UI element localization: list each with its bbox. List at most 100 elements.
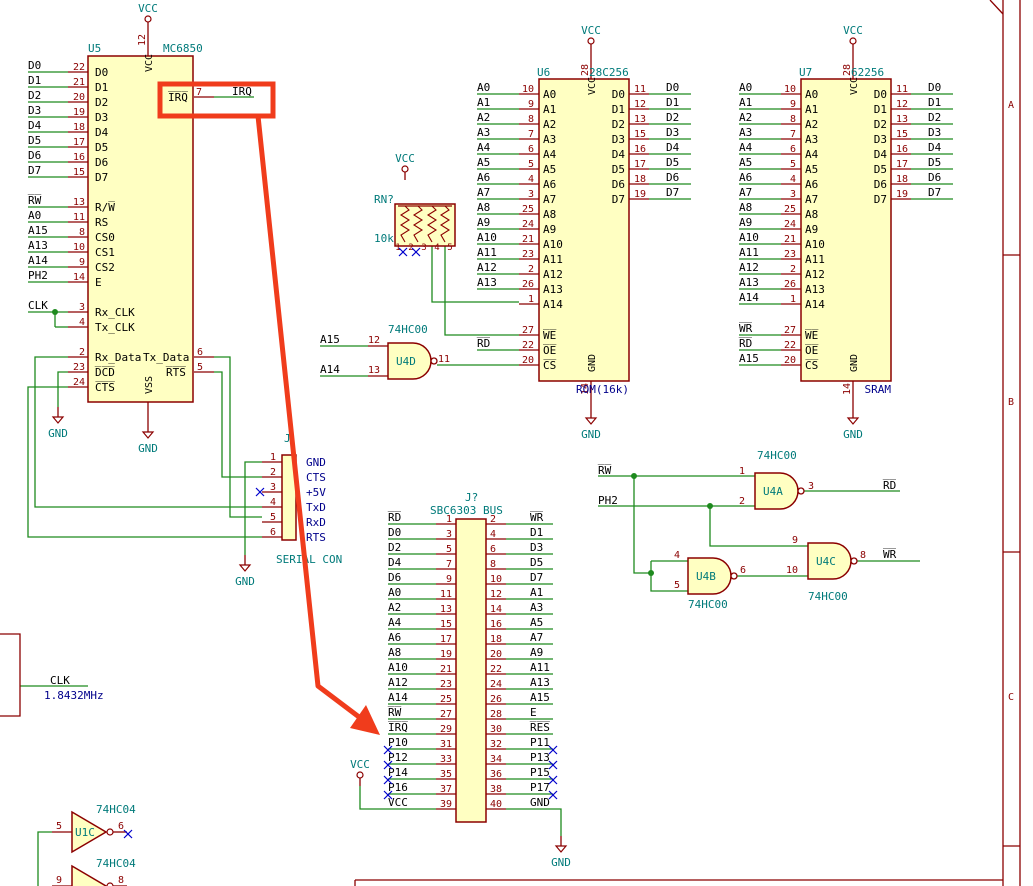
u4c-pin-num: 10 (786, 565, 798, 576)
u6-net-label: A13 (477, 276, 497, 289)
u6-vcc-name: VCC (587, 77, 598, 95)
schematic-canvas: A B C U5 MC6850 VCC 12 VCC GND VSS 22 D0 D0 21 D1 D1 20 D… (0, 0, 1033, 886)
bus-net-label: A1 (530, 586, 543, 599)
u7-pin-num: 2 (790, 264, 796, 275)
u7-pin-name: C̅S̅ (805, 359, 819, 372)
u7-pin-num: 4 (790, 174, 796, 185)
rn-pin-num: 5 (447, 243, 452, 253)
u6-gnd-name: GND (587, 354, 598, 372)
u1d-gate-pin-num: 9 (56, 875, 62, 886)
gnd-label: GND (551, 856, 571, 869)
u7-net-label: A14 (739, 291, 759, 304)
gnd-symbol (846, 417, 860, 425)
u7-pin-name: A4 (805, 148, 819, 161)
u5-net-label: R̅W̅ (28, 194, 42, 207)
u5-pin-num: 9 (79, 257, 85, 268)
u7-caption: SRAM (865, 383, 892, 396)
u5-pin-num: 2 (79, 347, 85, 358)
u6-pin-name: A8 (543, 208, 556, 221)
u5-pin-name: Rx_Data (95, 351, 141, 364)
bus-pin-num: 3 (446, 529, 452, 540)
u6-net-label: A12 (477, 261, 497, 274)
u7-pin-num: 26 (784, 279, 796, 290)
bus-pin-num: 32 (490, 739, 502, 750)
u6-pin-num: 17 (634, 159, 646, 170)
u6-pin-num: 28 (580, 64, 591, 76)
u6-net-label: A3 (477, 126, 490, 139)
u7-ref: U7 (799, 66, 812, 79)
u6-pin-num: 15 (634, 129, 646, 140)
bus-pin-num: 28 (490, 709, 502, 720)
gnd-label: GND (581, 428, 601, 441)
gnd-label: GND (235, 575, 255, 588)
bus-net-label: A3 (530, 601, 543, 614)
u5-pin-num: 17 (73, 137, 85, 148)
u4-rw-net: R̅W̅ (598, 464, 612, 477)
u7-net-label: D4 (928, 141, 942, 154)
bus-pin-num: 33 (440, 754, 452, 765)
bus-net-label: P13 (530, 751, 550, 764)
u7-pin-num: 20 (784, 355, 796, 366)
bus-net-label: D3 (530, 541, 543, 554)
u1c-gate-value: 74HC04 (96, 803, 136, 816)
u4d-pin-num: 11 (438, 354, 450, 365)
serial-con-label: CTS (306, 471, 326, 484)
bus-net-label: A4 (388, 616, 402, 629)
u6-caption: ROM(16k) (576, 383, 629, 396)
u7-pin-name: D0 (874, 88, 887, 101)
u7-pin-num: 23 (784, 249, 796, 260)
u5-pin-num: 8 (79, 227, 85, 238)
u6-net-label: A11 (477, 246, 497, 259)
u6-pin-name: A9 (543, 223, 556, 236)
u6-pin-num: 16 (634, 144, 646, 155)
bus-net-label: GND (530, 796, 550, 809)
bus-pin-num: 34 (490, 754, 502, 765)
u7-pin-name: D3 (874, 133, 887, 146)
bus-gnd-wire (553, 808, 562, 836)
u7-pin-num: 5 (790, 159, 796, 170)
u6-net-label: D3 (666, 126, 679, 139)
serial-con-pin-num: 2 (270, 467, 276, 478)
u6-net-label: A1 (477, 96, 490, 109)
serial-con-label: RTS (306, 531, 326, 544)
u6-pin-num: 9 (528, 99, 534, 110)
bus-net-label: R̅D̅ (388, 511, 402, 524)
u5-pin-num: 11 (73, 212, 85, 223)
u7-net-label: D7 (928, 186, 941, 199)
u6-pin-name: D1 (612, 103, 625, 116)
bus-net-label: P11 (530, 736, 550, 749)
u7-pin-num: 15 (896, 129, 908, 140)
u5-pin-num: 3 (79, 302, 85, 313)
u7-pin-num: 18 (896, 174, 908, 185)
bus-pin-num: 2 (490, 514, 496, 525)
u6-pin-name: A7 (543, 193, 556, 206)
bus-pin-num: 27 (440, 709, 452, 720)
serial-con-pin-num: 6 (270, 527, 276, 538)
u7-net-label: A7 (739, 186, 752, 199)
rn-pin-num: 4 (434, 243, 439, 253)
u6-pin-num: 26 (522, 279, 534, 290)
serial-con-pin-num: 1 (270, 452, 276, 463)
u4b-pin-num: 4 (674, 550, 680, 561)
u7-pin-num: 19 (896, 189, 908, 200)
u7-pin-num: 27 (784, 325, 796, 336)
bus-vcc-wire (359, 786, 388, 810)
u5-pin-name: D3 (95, 111, 108, 124)
bus-net-label: P17 (530, 781, 550, 794)
u7-pin-name: A3 (805, 133, 818, 146)
u6-pin-num: 8 (528, 114, 534, 125)
bus-net-label: D6 (388, 571, 401, 584)
vcc-label: VCC (395, 152, 415, 165)
bus-net-label: A9 (530, 646, 543, 659)
u1c-gate-pin-num: 5 (56, 821, 62, 832)
u7-net-label: A8 (739, 201, 752, 214)
bus-pin-num: 25 (440, 694, 452, 705)
bus-pin-num: 36 (490, 769, 502, 780)
u5-pin-num: 13 (73, 197, 85, 208)
schematic-svg: ABCU5 MC6850VCC12VCCGNDVSS22 D0D021 D1D120 D… (0, 0, 1021, 886)
u6-pin-name: A11 (543, 253, 563, 266)
rn-value: 10k (374, 232, 394, 245)
u6-pin-name: D6 (612, 178, 625, 191)
bus-net-label: P15 (530, 766, 550, 779)
bus-net-label: A0 (388, 586, 401, 599)
